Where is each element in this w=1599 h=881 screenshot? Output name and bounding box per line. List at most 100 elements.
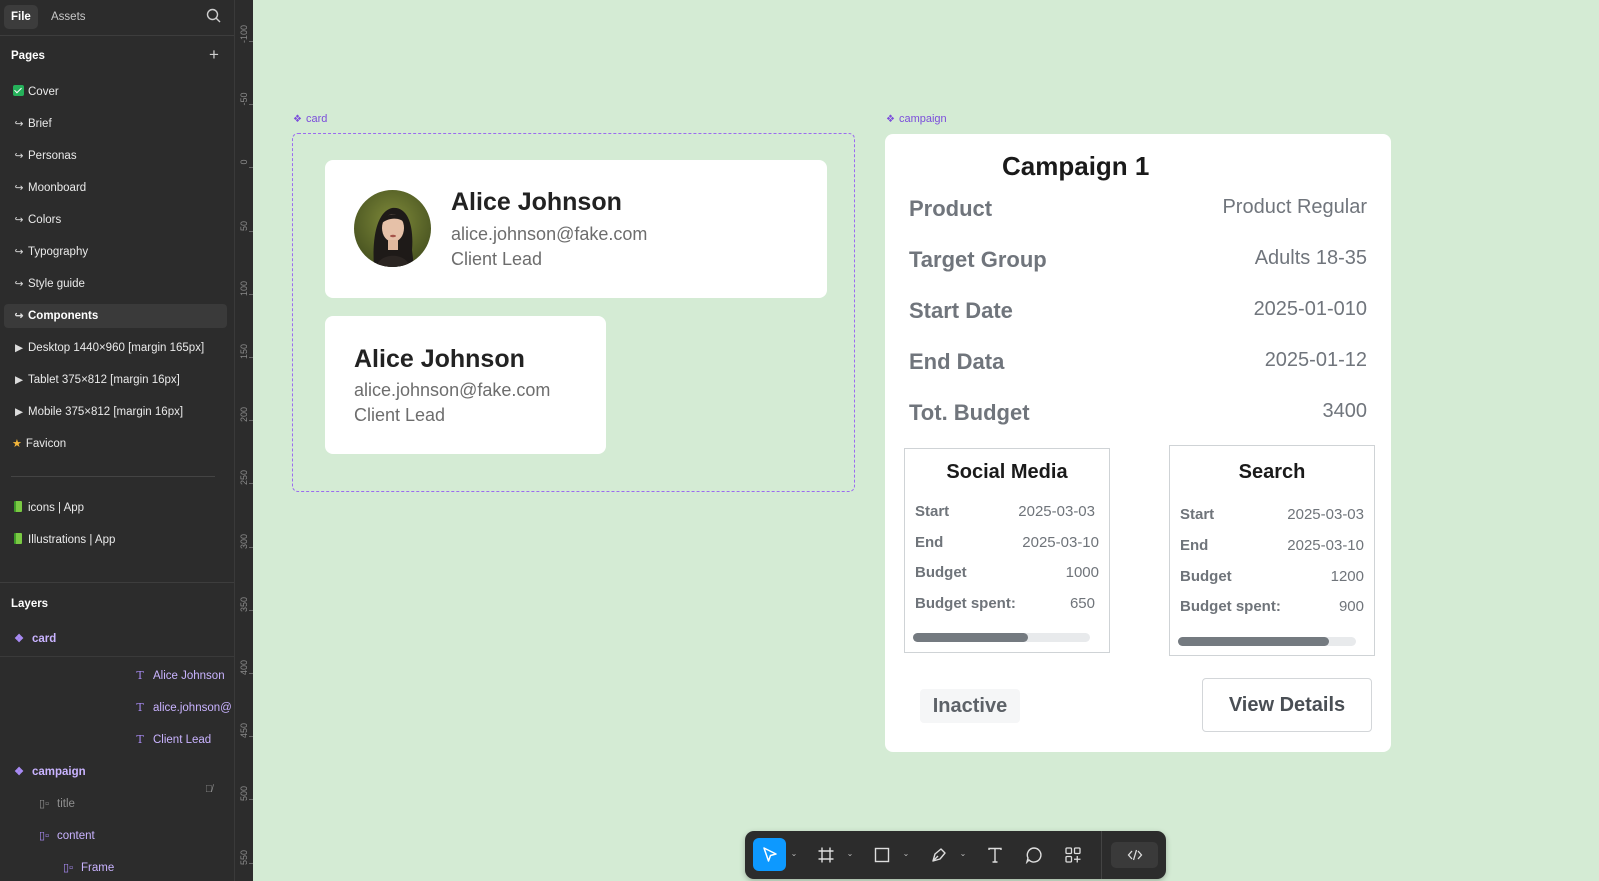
pages-divider — [11, 476, 215, 477]
budget-progress-bar — [1178, 637, 1356, 646]
layer-frame[interactable]: ▯▫ Frame — [61, 858, 114, 878]
layer-label: campaign — [32, 766, 86, 778]
layer-label: alice.johnson@ — [153, 702, 232, 714]
toolbar-separator — [1101, 831, 1102, 879]
pen-tool-icon[interactable] — [922, 838, 955, 871]
page-item-style-guide[interactable]: ↪ Style guide — [4, 272, 227, 296]
page-label: Brief — [28, 118, 52, 130]
play-icon: ▶ — [14, 342, 24, 354]
ruler-tick-label: 500 — [239, 786, 249, 802]
layer-campaign[interactable]: ❖ campaign — [12, 762, 86, 782]
card-component-set[interactable]: Alice Johnson alice.johnson@fake.com Cli… — [292, 133, 855, 492]
comment-tool-icon[interactable] — [1017, 838, 1050, 871]
layers-divider — [0, 582, 234, 583]
ruler-tick-mark — [249, 230, 253, 232]
card-frame-label[interactable]: ❖ card — [293, 113, 327, 125]
search-icon[interactable] — [205, 7, 223, 25]
page-label: Style guide — [28, 278, 85, 290]
page-item-typography[interactable]: ↪ Typography — [4, 240, 227, 264]
page-item-desktop[interactable]: ▶ Desktop 1440×960 [margin 165px] — [4, 336, 227, 360]
ruler-tick-mark — [249, 104, 253, 106]
layer-text-name[interactable]: T Alice Johnson — [133, 666, 224, 686]
layer-content[interactable]: ▯▫ content — [37, 826, 95, 846]
field-label: Product — [909, 196, 993, 221]
campaign-card[interactable]: Campaign 1 Product Product Regular Targe… — [885, 134, 1391, 752]
page-item-personas[interactable]: ↪ Personas — [4, 144, 227, 168]
ruler-tick-mark — [249, 293, 253, 295]
layer-title[interactable]: ▯▫ title — [37, 794, 75, 814]
channel-label: Budget — [1180, 568, 1232, 585]
code-icon[interactable] — [1111, 842, 1158, 868]
link-arrow-icon: ↪ — [14, 150, 24, 162]
library-label: Illustrations | App — [28, 534, 116, 546]
page-item-components[interactable]: ↪ Components — [4, 304, 227, 328]
campaign-frame-label[interactable]: ❖ campaign — [886, 113, 947, 125]
page-label: Colors — [28, 214, 62, 226]
ruler-tick-label: 150 — [239, 343, 249, 359]
page-item-tablet[interactable]: ▶ Tablet 375×812 [margin 16px] — [4, 368, 227, 392]
channel-value: 2025-03-03 — [1287, 506, 1364, 523]
ruler-tick-mark — [249, 483, 253, 485]
channel-label: Budget spent: — [1180, 598, 1281, 615]
card-email: alice.johnson@fake.com — [451, 224, 648, 244]
field-label: Start Date — [909, 298, 1013, 323]
tab-assets[interactable]: Assets — [44, 5, 93, 29]
layer-card[interactable]: ❖ card — [12, 629, 56, 649]
rectangle-tool-icon[interactable] — [865, 838, 898, 871]
page-item-brief[interactable]: ↪ Brief — [4, 112, 227, 136]
channel-label: Start — [1180, 506, 1215, 523]
status-badge: Inactive — [920, 689, 1020, 723]
page-item-favicon[interactable]: ★ Favicon — [4, 432, 227, 456]
page-item-cover[interactable]: Cover — [4, 80, 227, 104]
ruler-tick-label: 450 — [239, 723, 249, 739]
ruler-tick-mark — [249, 862, 253, 864]
left-sidebar: File Assets Pages + Cover ↪ Brief ↪ Person… — [0, 0, 234, 881]
ruler-tick-mark — [249, 420, 253, 422]
card-name: Alice Johnson — [451, 188, 622, 216]
library-item-icons[interactable]: icons | App — [4, 496, 227, 520]
sidebar-tabs: File Assets — [0, 0, 234, 36]
play-icon: ▶ — [14, 406, 24, 418]
card-small[interactable]: Alice Johnson alice.johnson@fake.com Cli… — [325, 316, 606, 454]
vertical-ruler: -100 -50 0 50 100 150 200 250 300 350 400 450 500 550 — [234, 0, 253, 881]
ruler-tick-label: 400 — [239, 659, 249, 675]
chevron-down-icon[interactable]: ⌄ — [901, 849, 911, 859]
page-item-colors[interactable]: ↪ Colors — [4, 208, 227, 232]
text-tool-icon[interactable] — [978, 838, 1011, 871]
hidden-eye-icon[interactable]: 👁̸ — [205, 784, 213, 795]
channel-label: Start — [915, 503, 950, 520]
page-item-moonboard[interactable]: ↪ Moonboard — [4, 176, 227, 200]
tab-file[interactable]: File — [4, 5, 38, 29]
channel-title: Social Media — [946, 461, 1068, 483]
layer-divider — [0, 656, 234, 657]
text-layer-icon: T — [136, 669, 144, 682]
ruler-tick-label: 0 — [239, 159, 249, 165]
page-item-mobile[interactable]: ▶ Mobile 375×812 [margin 16px] — [4, 400, 227, 424]
auto-layout-icon: ▯▫ — [63, 862, 73, 874]
channel-value: 1200 — [1330, 568, 1364, 585]
channel-value: 900 — [1338, 598, 1364, 615]
library-item-illustrations[interactable]: Illustrations | App — [4, 528, 227, 552]
channel-card-search: Search Start 2025-03-03 End 2025-03-10 B… — [1169, 445, 1375, 656]
play-icon: ▶ — [14, 374, 24, 386]
view-details-button[interactable]: View Details — [1202, 678, 1372, 732]
channel-label: End — [915, 534, 944, 551]
layers-title: Layers — [11, 598, 49, 610]
ruler-tick-mark — [249, 167, 253, 169]
budget-progress-fill — [1178, 637, 1330, 646]
channel-label: Budget spent: — [915, 595, 1016, 612]
components-tool-icon[interactable] — [1056, 838, 1089, 871]
layer-text-role[interactable]: T Client Lead — [133, 730, 211, 750]
add-page-icon[interactable]: + — [206, 46, 222, 64]
move-tool-icon[interactable] — [753, 838, 786, 871]
layer-text-email[interactable]: Talice.johnson@ — [133, 698, 232, 718]
chevron-down-icon[interactable]: ⌄ — [958, 849, 968, 859]
page-label: Cover — [28, 86, 59, 98]
page-label: Mobile 375×812 [margin 16px] — [28, 406, 184, 418]
card-role: Client Lead — [354, 405, 446, 425]
chevron-down-icon[interactable]: ⌄ — [789, 849, 799, 859]
frame-tool-icon[interactable] — [809, 838, 842, 871]
card-large[interactable]: Alice Johnson alice.johnson@fake.com Cli… — [325, 160, 827, 298]
page-label: Typography — [28, 246, 89, 258]
chevron-down-icon[interactable]: ⌄ — [845, 849, 855, 859]
